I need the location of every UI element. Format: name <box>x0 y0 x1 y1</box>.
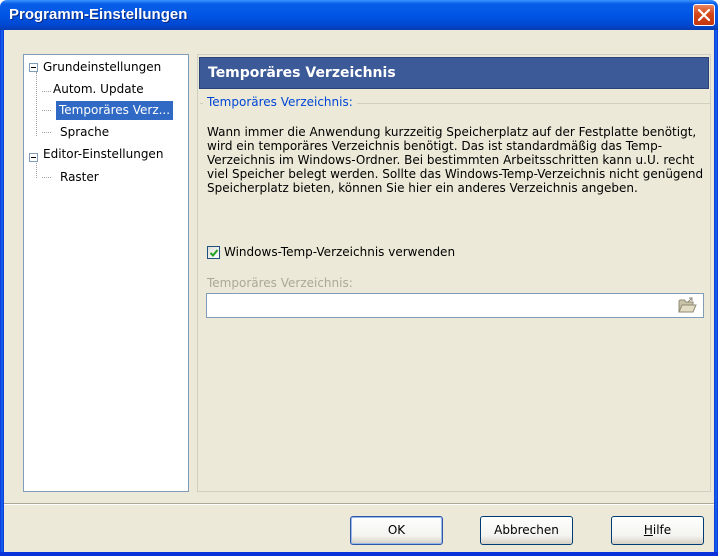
tree-item-editor-einstellungen[interactable]: Editor-Einstellungen <box>43 145 163 164</box>
collapse-editor-einstellungen-icon[interactable] <box>29 153 38 162</box>
description-text: Wann immer die Anwendung kurzzeitig Spei… <box>207 125 704 195</box>
browse-folder-button[interactable] <box>676 296 698 315</box>
ok-button[interactable]: OK <box>350 516 443 545</box>
tree-connector <box>42 110 51 111</box>
cancel-button[interactable]: Abbrechen <box>480 516 573 545</box>
panel-header: Temporäres Verzeichnis <box>199 57 709 89</box>
title-bar[interactable]: Programm-Einstellungen <box>0 0 718 30</box>
close-icon <box>698 9 710 21</box>
help-button-mnemonic: H <box>643 523 653 537</box>
panel-header-title: Temporäres Verzeichnis <box>208 65 396 81</box>
close-button[interactable] <box>693 4 715 26</box>
group-box-title: Temporäres Verzeichnis: <box>203 95 357 109</box>
temp-directory-input[interactable] <box>206 293 704 318</box>
tree-item-temporaeres-verzeichnis[interactable]: Temporäres Verz... <box>56 101 174 120</box>
settings-window: Programm-Einstellungen Grundeinstellunge… <box>0 0 718 556</box>
settings-panel <box>197 54 711 492</box>
window-title: Programm-Einstellungen <box>9 6 188 23</box>
temp-directory-label: Temporäres Verzeichnis: <box>207 276 353 290</box>
tree-item-sprache[interactable]: Sprache <box>60 123 109 142</box>
button-separator <box>4 503 714 505</box>
help-button-label-rest: ilfe <box>652 523 672 537</box>
use-windows-temp-checkbox[interactable] <box>207 246 220 259</box>
collapse-grundeinstellungen-icon[interactable] <box>29 63 38 72</box>
tree-connector <box>42 132 51 133</box>
folder-open-icon <box>678 297 697 313</box>
settings-tree[interactable]: Grundeinstellungen Autom. Update Temporä… <box>23 54 189 492</box>
tree-connector <box>42 177 51 178</box>
use-windows-temp-label[interactable]: Windows-Temp-Verzeichnis verwenden <box>224 245 455 259</box>
checkmark-icon <box>209 249 219 257</box>
tree-item-autom-update[interactable]: Autom. Update <box>53 80 144 99</box>
window-frame-right <box>714 30 718 556</box>
window-frame-bottom <box>0 552 718 556</box>
tree-item-grundeinstellungen[interactable]: Grundeinstellungen <box>43 58 161 77</box>
tree-connector <box>36 72 37 136</box>
tree-connector <box>42 91 51 92</box>
help-button[interactable]: Hilfe <box>611 516 704 545</box>
tree-connector <box>36 161 37 178</box>
tree-item-raster[interactable]: Raster <box>60 168 99 187</box>
